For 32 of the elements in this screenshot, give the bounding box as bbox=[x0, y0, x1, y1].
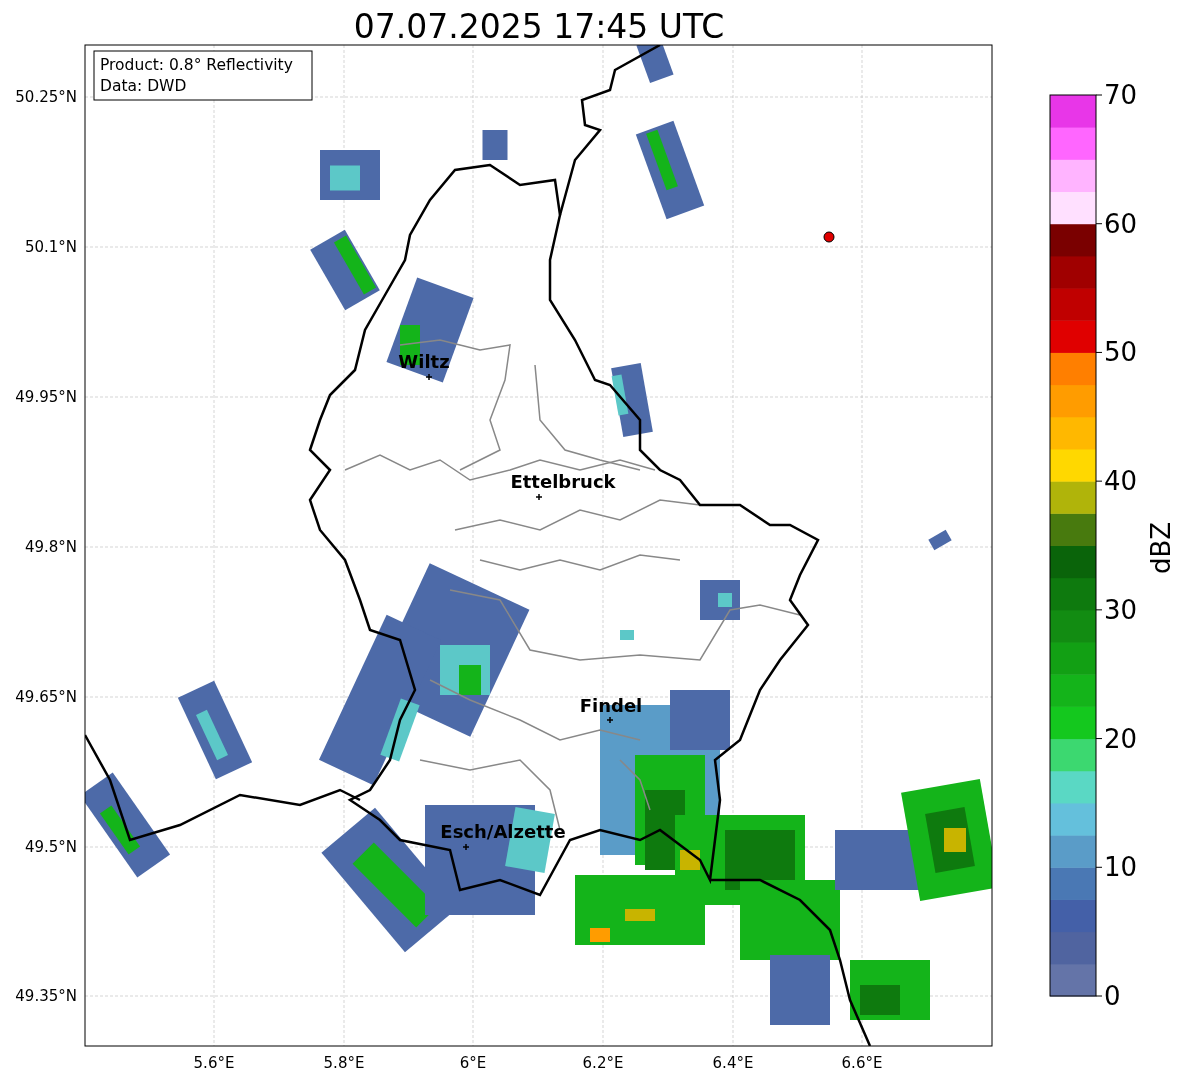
city-marker-icon bbox=[606, 716, 614, 724]
colorbar-label: dBZ bbox=[1146, 521, 1176, 575]
axis-tick-label: 49.8°N bbox=[24, 538, 77, 556]
axis-tick-label: 49.65°N bbox=[15, 688, 77, 706]
axis-tick-label: 6.4°E bbox=[712, 1054, 754, 1072]
colorbar-tick-label: 20 bbox=[1104, 723, 1138, 754]
axis-tick-label: 6°E bbox=[459, 1054, 487, 1072]
info-text: Product: 0.8° Reflectivity bbox=[100, 56, 293, 74]
colorbar-tick-label: 40 bbox=[1104, 466, 1138, 497]
city-marker-icon bbox=[535, 493, 543, 501]
axis-tick-label: 49.5°N bbox=[24, 838, 77, 856]
axis-tick-label: 5.6°E bbox=[193, 1054, 235, 1072]
colorbar-tick-label: 30 bbox=[1104, 594, 1138, 625]
colorbar-tick-label: 60 bbox=[1104, 208, 1138, 239]
info-text: Data: DWD bbox=[100, 77, 187, 95]
city-marker-icon bbox=[425, 373, 433, 381]
colorbar-tick-label: 0 bbox=[1104, 981, 1121, 1011]
axis-tick-label: 6.6°E bbox=[841, 1054, 883, 1072]
axis-tick-label: 5.8°E bbox=[323, 1054, 365, 1072]
chart-title: 07.07.2025 17:45 UTC bbox=[353, 7, 725, 46]
axis-tick-label: 50.1°N bbox=[24, 238, 77, 256]
location-marker-icon bbox=[823, 231, 835, 243]
axis-tick-label: 49.35°N bbox=[15, 987, 77, 1005]
city-marker-icon bbox=[462, 843, 470, 851]
axis-tick-label: 50.25°N bbox=[15, 88, 77, 106]
city-label: Ettelbruck bbox=[510, 471, 616, 492]
axis-tick-label: 6.2°E bbox=[582, 1054, 624, 1072]
colorbar-tick-label: 50 bbox=[1104, 337, 1138, 368]
colorbar-tick-label: 70 bbox=[1104, 80, 1138, 110]
axis-tick-label: 49.95°N bbox=[15, 388, 77, 406]
city-label: Wiltz bbox=[398, 351, 450, 372]
colorbar-tick-label: 10 bbox=[1104, 852, 1138, 883]
